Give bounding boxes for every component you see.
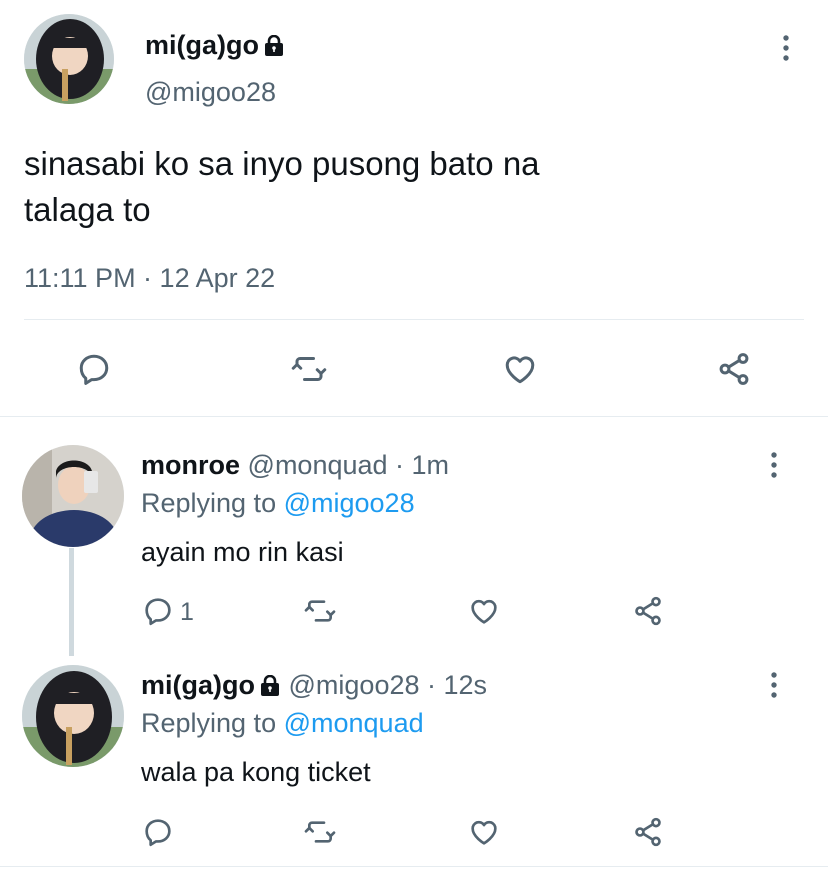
reply-icon[interactable] <box>75 350 113 388</box>
divider <box>0 866 828 867</box>
retweet-icon[interactable] <box>289 350 329 388</box>
share-icon[interactable] <box>714 350 754 388</box>
thread-line <box>69 548 74 656</box>
share-icon[interactable] <box>630 594 666 628</box>
avatar[interactable] <box>22 445 124 547</box>
mention-link[interactable]: @monquad <box>284 708 424 738</box>
tweet-text: sinasabi ko sa inyo pusong bato na talag… <box>24 141 540 233</box>
reply-count: 1 <box>180 598 194 626</box>
tweet-text-line: talaga to <box>24 191 151 228</box>
timestamp[interactable]: 11:11 PM · 12 Apr 22 <box>24 262 275 294</box>
reply-text: ayain mo rin kasi <box>141 537 344 567</box>
more-icon[interactable] <box>776 34 796 62</box>
more-icon[interactable] <box>764 451 784 479</box>
reply-header: monroe @monquad · 1m <box>141 449 449 481</box>
user-handle[interactable]: @migoo28 <box>289 670 420 700</box>
divider <box>24 319 804 320</box>
lock-icon <box>263 33 285 63</box>
display-name[interactable]: mi(ga)go <box>141 670 255 700</box>
mention-link[interactable]: @migoo28 <box>284 488 415 518</box>
relative-time[interactable]: · 1m <box>395 450 449 480</box>
divider <box>0 416 828 417</box>
retweet-icon[interactable] <box>302 594 338 628</box>
reply-icon[interactable] <box>141 815 175 849</box>
reply-text: wala pa kong ticket <box>141 757 371 787</box>
user-handle[interactable]: @migoo28 <box>145 77 276 107</box>
lock-icon <box>259 672 281 704</box>
relative-time[interactable]: · 12s <box>427 670 487 700</box>
reply-header: mi(ga)go @migoo28 · 12s <box>141 669 487 704</box>
retweet-icon[interactable] <box>302 815 338 849</box>
more-icon[interactable] <box>764 671 784 699</box>
replying-to: Replying to @migoo28 <box>141 487 415 519</box>
reply-icon[interactable] <box>141 594 175 628</box>
like-icon[interactable] <box>467 815 501 849</box>
replying-to: Replying to @monquad <box>141 707 424 739</box>
avatar[interactable] <box>24 14 114 104</box>
display-name[interactable]: monroe <box>141 450 240 480</box>
avatar[interactable] <box>22 665 124 767</box>
replying-label: Replying to <box>141 488 277 518</box>
replying-label: Replying to <box>141 708 277 738</box>
display-name[interactable]: mi(ga)go <box>145 30 259 60</box>
like-icon[interactable] <box>501 350 539 388</box>
like-icon[interactable] <box>467 594 501 628</box>
user-handle[interactable]: @monquad <box>248 450 388 480</box>
tweet-text-line: sinasabi ko sa inyo pusong bato na <box>24 145 540 182</box>
share-icon[interactable] <box>630 815 666 849</box>
